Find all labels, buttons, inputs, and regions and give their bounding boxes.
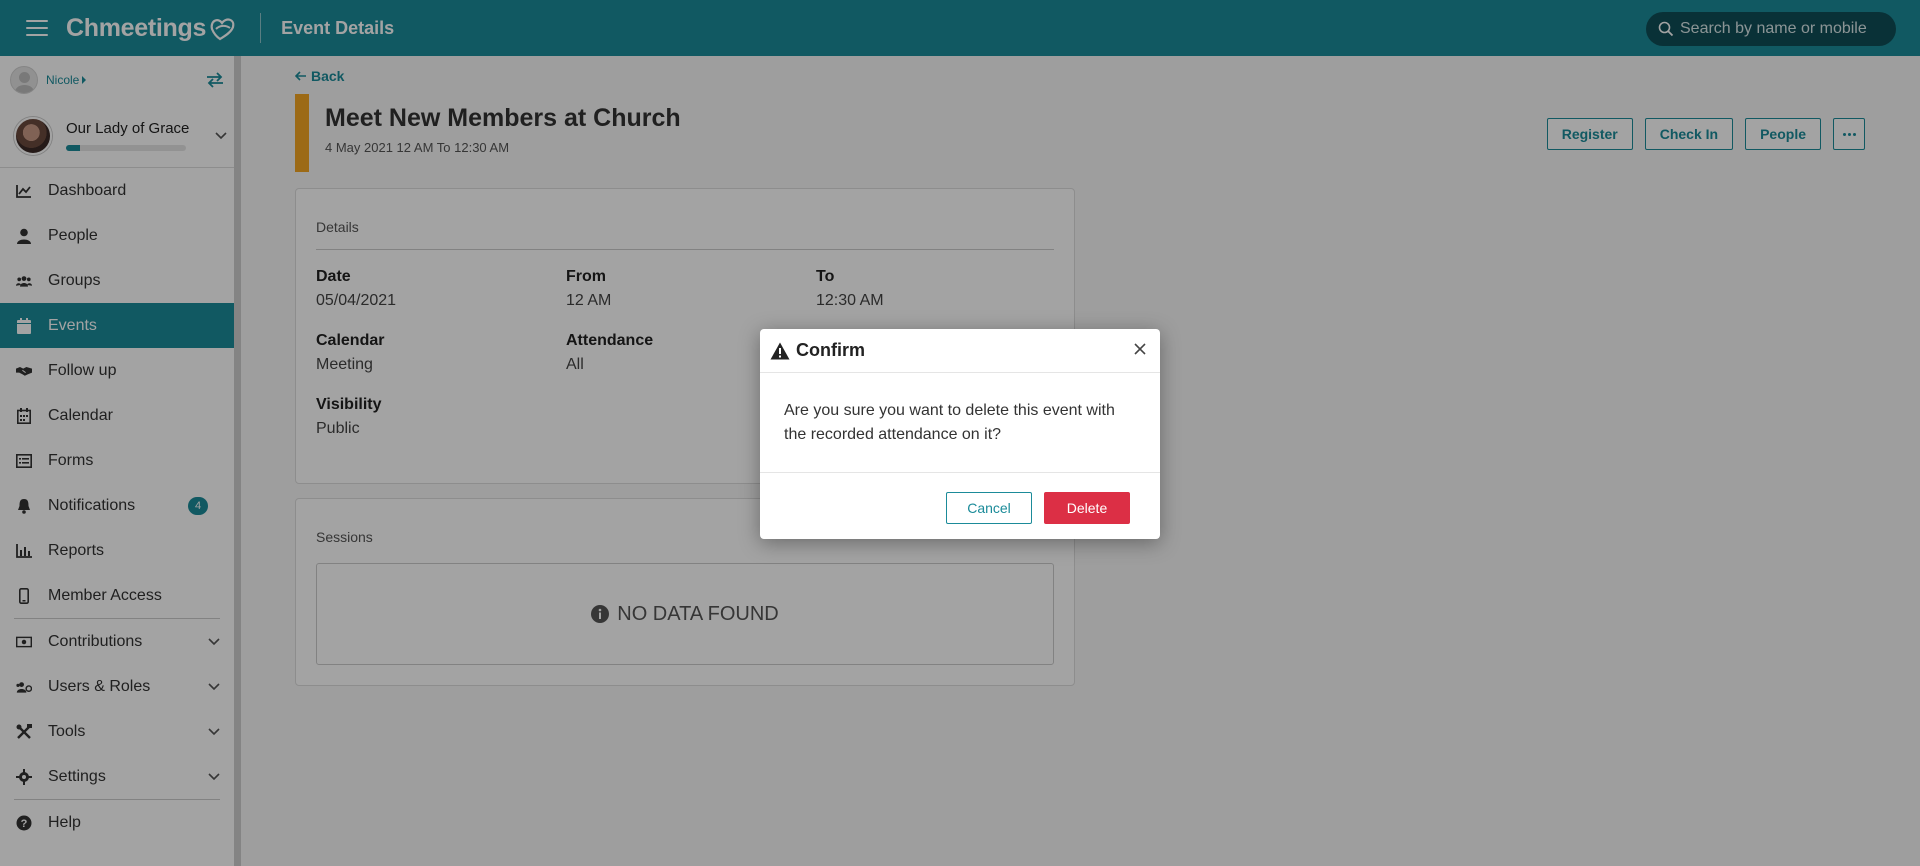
dialog-header: Confirm	[760, 329, 1160, 373]
dialog-footer: Cancel Delete	[760, 473, 1160, 524]
dialog-title: Confirm	[796, 340, 865, 360]
cancel-button[interactable]: Cancel	[946, 492, 1032, 524]
confirm-dialog: Confirm Are you sure you want to delete …	[760, 329, 1160, 539]
dialog-message: Are you sure you want to delete this eve…	[760, 373, 1160, 473]
warning-icon	[770, 342, 790, 359]
delete-button[interactable]: Delete	[1044, 492, 1130, 524]
close-icon[interactable]	[1130, 339, 1150, 359]
